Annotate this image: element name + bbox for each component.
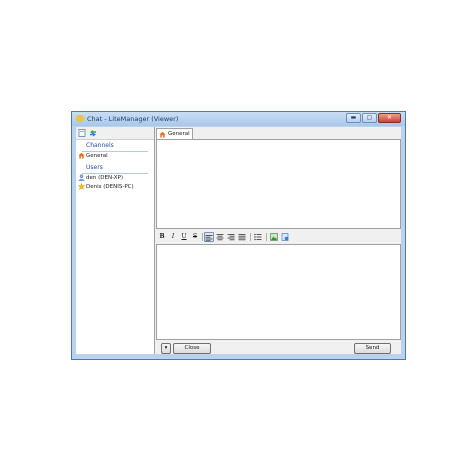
- justify-icon: [238, 234, 246, 241]
- left-toolbar: [76, 127, 154, 140]
- strikethrough-button[interactable]: S: [190, 232, 200, 242]
- star-icon: [78, 183, 85, 190]
- message-history[interactable]: [156, 139, 401, 229]
- user-icon: [78, 174, 85, 181]
- align-right-button[interactable]: [226, 232, 236, 242]
- user-item-den[interactable]: den (DEN-XP): [78, 174, 123, 183]
- chat-window: Chat - LiteManager (Viewer) ▬ ▢ ✕ Channe…: [71, 111, 406, 360]
- underline-button[interactable]: U: [179, 232, 189, 242]
- tab-general[interactable]: General: [156, 128, 193, 139]
- chat-icon: [76, 115, 84, 122]
- image-icon: [270, 233, 278, 241]
- close-window-button[interactable]: ✕: [378, 113, 401, 123]
- message-input[interactable]: [156, 244, 401, 340]
- bold-button[interactable]: B: [157, 232, 167, 242]
- format-toolbar: B I U S: [156, 231, 401, 243]
- house-icon: [78, 152, 85, 159]
- channels-users-panel: Channels General Users den (DEN-XP) Deni…: [76, 127, 155, 354]
- minimize-button[interactable]: ▬: [346, 113, 361, 123]
- refresh-icon[interactable]: [89, 129, 97, 137]
- user-item-denis[interactable]: Denis (DENIS-PC): [78, 183, 134, 192]
- bottom-bar: ▾ Close Send: [156, 342, 401, 356]
- maximize-button[interactable]: ▢: [362, 113, 377, 123]
- window-title: Chat - LiteManager (Viewer): [87, 115, 179, 123]
- justify-button[interactable]: [237, 232, 247, 242]
- close-button[interactable]: Close: [173, 343, 211, 354]
- align-left-button[interactable]: [204, 232, 214, 242]
- insert-file-button[interactable]: [280, 232, 290, 242]
- send-button[interactable]: Send: [354, 343, 391, 354]
- toolbar-separator: [266, 233, 267, 241]
- client-area: Channels General Users den (DEN-XP) Deni…: [76, 127, 401, 354]
- align-center-button[interactable]: [215, 232, 225, 242]
- file-icon: [281, 233, 289, 241]
- align-right-icon: [227, 234, 235, 241]
- options-dropdown-button[interactable]: ▾: [161, 343, 171, 354]
- italic-button[interactable]: I: [168, 232, 178, 242]
- house-icon: [159, 131, 166, 138]
- align-left-icon: [205, 234, 213, 241]
- title-bar[interactable]: Chat - LiteManager (Viewer) ▬ ▢ ✕: [72, 112, 405, 126]
- align-center-icon: [216, 234, 224, 241]
- tab-strip: General: [156, 127, 401, 139]
- new-channel-icon[interactable]: [78, 129, 86, 137]
- chat-panel: General B I U S ▾ Close Send: [156, 127, 401, 354]
- bullet-list-button[interactable]: [253, 232, 263, 242]
- channels-header: Channels: [82, 142, 148, 152]
- channel-item-general[interactable]: General: [78, 152, 108, 161]
- toolbar-separator: [250, 233, 251, 241]
- toolbar-separator: [202, 233, 203, 241]
- users-header: Users: [82, 164, 148, 174]
- bullet-list-icon: [254, 233, 262, 241]
- insert-image-button[interactable]: [269, 232, 279, 242]
